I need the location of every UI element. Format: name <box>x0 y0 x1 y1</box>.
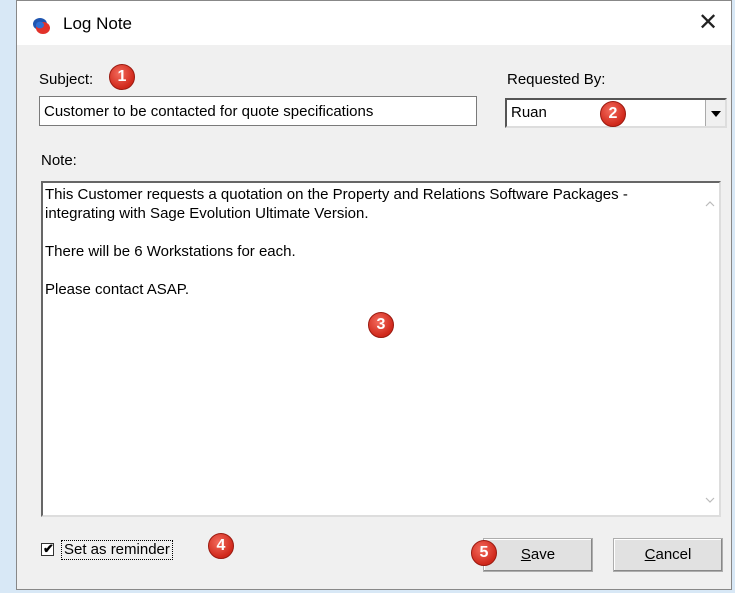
note-textarea[interactable]: This Customer requests a quotation on th… <box>41 181 721 517</box>
callout-badge-2: 2 <box>600 101 626 127</box>
note-paragraph: There will be 6 Workstations for each. <box>45 243 296 260</box>
close-button[interactable]: ✕ <box>685 1 731 45</box>
note-label: Note: <box>41 152 77 169</box>
callout-badge-4: 4 <box>208 533 234 559</box>
requested-by-value: Ruan <box>511 104 547 121</box>
note-paragraph: This Customer requests a quotation on th… <box>45 186 632 222</box>
close-icon: ✕ <box>697 9 719 36</box>
subject-label: Subject: <box>39 71 94 88</box>
scroll-up-icon[interactable] <box>705 199 715 209</box>
note-scrollbar[interactable] <box>701 183 719 515</box>
note-text: This Customer requests a quotation on th… <box>45 185 695 318</box>
log-note-dialog: Log Note ✕ Subject: 1 Requested By: Ruan… <box>16 0 732 590</box>
cancel-label: ancel <box>655 546 692 563</box>
checkmark-icon: ✔ <box>43 541 54 556</box>
note-paragraph: Please contact ASAP. <box>45 281 189 298</box>
cancel-accesskey: C <box>644 546 656 563</box>
save-accesskey: S <box>520 546 531 563</box>
reminder-label[interactable]: Set as reminder <box>61 540 173 560</box>
scroll-down-icon[interactable] <box>705 495 715 505</box>
chat-bubble-icon <box>33 18 50 34</box>
save-label: ave <box>530 546 556 563</box>
cancel-button[interactable]: Cancel <box>613 538 723 572</box>
save-button[interactable]: Save <box>483 538 593 572</box>
requested-by-label: Requested By: <box>507 71 606 88</box>
callout-badge-5: 5 <box>471 540 497 566</box>
chevron-down-icon[interactable] <box>705 100 725 126</box>
callout-badge-3: 3 <box>368 312 394 338</box>
window-title: Log Note <box>63 14 132 33</box>
subject-input[interactable] <box>39 96 477 126</box>
title-bar: Log Note ✕ <box>17 1 731 45</box>
reminder-checkbox[interactable]: ✔ <box>41 541 54 556</box>
callout-badge-1: 1 <box>109 64 135 90</box>
